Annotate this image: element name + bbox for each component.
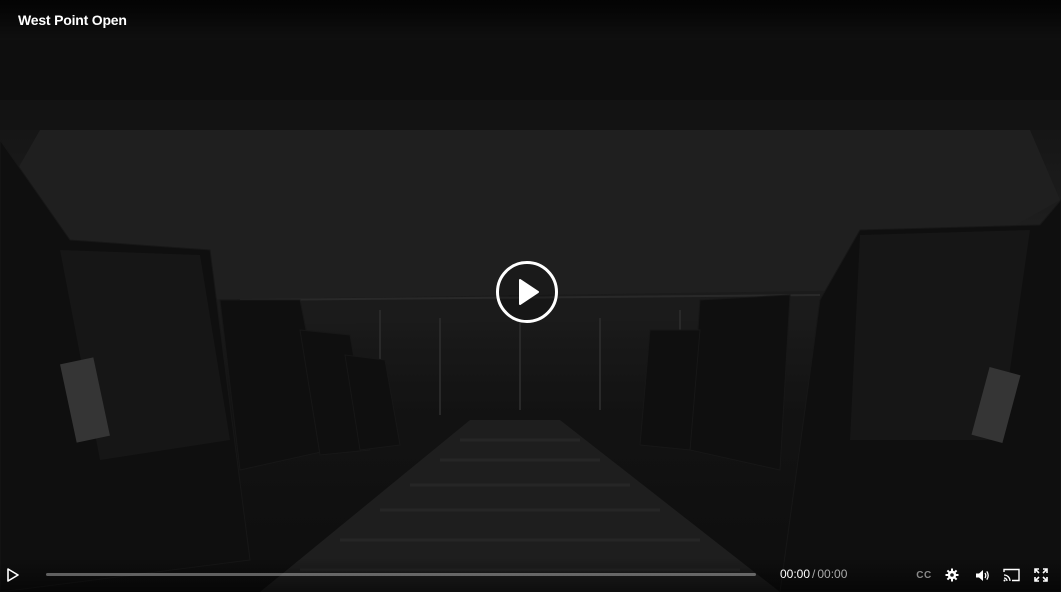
play-button[interactable]	[4, 558, 22, 592]
video-title: West Point Open	[18, 12, 127, 28]
current-time: 00:00	[780, 567, 811, 581]
volume-button[interactable]	[972, 558, 992, 592]
progress-bar[interactable]	[46, 573, 756, 576]
cast-button[interactable]	[1001, 558, 1021, 592]
time-separator: /	[812, 567, 816, 581]
play-icon	[519, 279, 539, 305]
title-bar: West Point Open	[0, 0, 1061, 40]
control-bar: 00:00/00:00 CC	[0, 558, 1061, 592]
gear-icon	[945, 568, 959, 582]
video-player[interactable]: West Point Open 00:00/00:00 CC	[0, 0, 1061, 592]
fullscreen-icon	[1034, 568, 1048, 582]
settings-button[interactable]	[942, 558, 962, 592]
captions-button[interactable]: CC	[912, 558, 936, 592]
big-play-button[interactable]	[496, 261, 558, 323]
duration: 00:00	[817, 567, 848, 581]
cast-icon	[1002, 568, 1020, 582]
play-icon	[7, 568, 19, 582]
volume-icon	[975, 569, 989, 581]
captions-label: CC	[916, 569, 932, 581]
time-display: 00:00/00:00	[780, 567, 847, 581]
fullscreen-button[interactable]	[1032, 558, 1050, 592]
